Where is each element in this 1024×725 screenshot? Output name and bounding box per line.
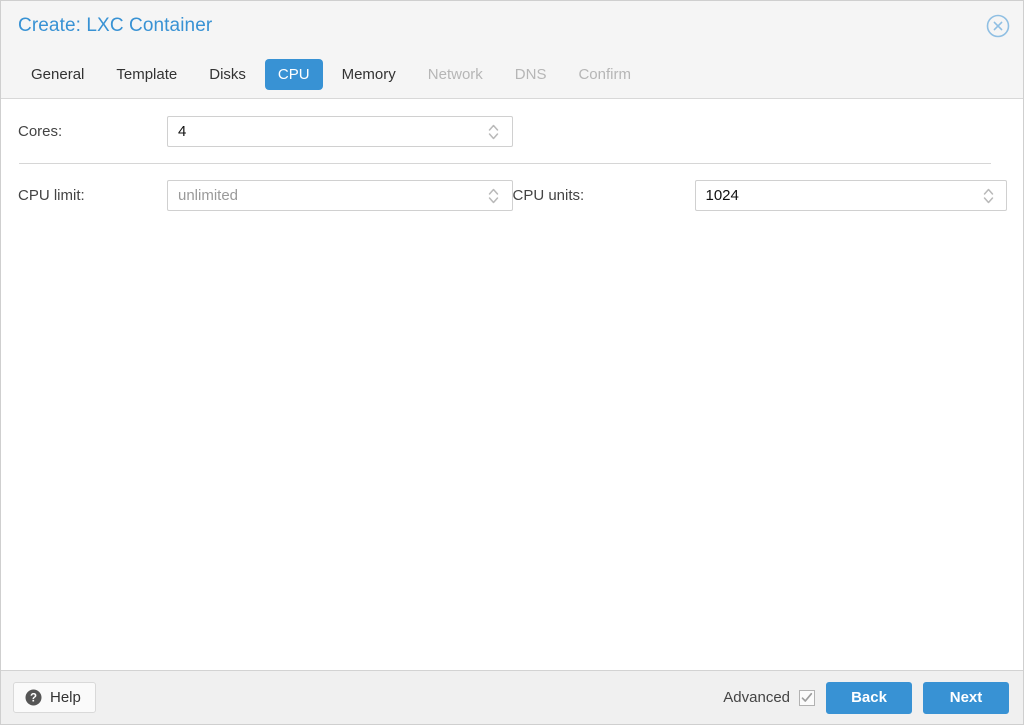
dialog-header: Create: LXC Container General Template D… bbox=[1, 1, 1023, 99]
footer-actions: Advanced Back Next bbox=[723, 681, 1009, 714]
cpu-units-label: CPU units: bbox=[512, 187, 585, 204]
tab-memory[interactable]: Memory bbox=[329, 59, 409, 90]
tab-network: Network bbox=[427, 65, 483, 83]
cpu-units-spinner-arrows-icon[interactable] bbox=[976, 183, 1000, 209]
cores-value[interactable]: 4 bbox=[168, 122, 482, 141]
cpu-settings-form: Cores: 4 CPU limit: unlimited CPU units:… bbox=[1, 99, 1023, 211]
row-spacer bbox=[18, 164, 1007, 180]
cpu-units-field-group: CPU units: 1024 bbox=[512, 180, 1007, 211]
dialog-title: Create: LXC Container bbox=[18, 15, 213, 36]
close-icon[interactable] bbox=[985, 13, 1011, 39]
cores-field-group: Cores: 4 bbox=[18, 116, 513, 147]
back-button[interactable]: Back bbox=[826, 681, 912, 714]
tab-cpu[interactable]: CPU bbox=[264, 58, 323, 90]
next-button[interactable]: Next bbox=[923, 681, 1009, 714]
cores-row: Cores: 4 bbox=[18, 116, 1007, 147]
tab-disks[interactable]: Disks bbox=[196, 59, 259, 90]
cpu-limit-value[interactable]: unlimited bbox=[168, 186, 482, 205]
tab-confirm: Confirm bbox=[578, 65, 631, 83]
svg-text:?: ? bbox=[30, 693, 37, 705]
dialog-footer: ? Help Advanced Back Next bbox=[1, 670, 1023, 724]
tab-bar: General Template Disks CPU Memory Networ… bbox=[1, 51, 1023, 97]
cores-input[interactable]: 4 bbox=[167, 116, 513, 147]
help-button[interactable]: ? Help bbox=[13, 682, 96, 713]
advanced-toggle[interactable]: Advanced bbox=[723, 688, 815, 707]
cpu-units-input[interactable]: 1024 bbox=[694, 180, 1007, 211]
advanced-label: Advanced bbox=[723, 689, 790, 706]
tab-general[interactable]: General bbox=[18, 59, 97, 90]
cores-spinner-arrows-icon[interactable] bbox=[482, 119, 506, 145]
checkmark-icon bbox=[801, 692, 813, 704]
cpu-limit-label: CPU limit: bbox=[18, 187, 85, 204]
cpu-limit-field-group: CPU limit: unlimited bbox=[18, 180, 513, 211]
cpu-limit-units-row: CPU limit: unlimited CPU units: 1024 bbox=[18, 180, 1007, 211]
title-bar: Create: LXC Container bbox=[1, 1, 1023, 51]
cpu-limit-input[interactable]: unlimited bbox=[167, 180, 513, 211]
cpu-units-value[interactable]: 1024 bbox=[696, 186, 977, 205]
cores-label: Cores: bbox=[18, 123, 63, 140]
tab-template[interactable]: Template bbox=[103, 59, 190, 90]
tab-dns: DNS bbox=[514, 65, 547, 83]
dialog-content: Cores: 4 CPU limit: unlimited CPU units:… bbox=[1, 99, 1023, 670]
cpu-limit-spinner-arrows-icon[interactable] bbox=[482, 183, 506, 209]
create-lxc-container-dialog: Create: LXC Container General Template D… bbox=[0, 0, 1024, 725]
help-button-label: Help bbox=[50, 689, 81, 706]
advanced-checkbox[interactable] bbox=[799, 689, 815, 706]
question-mark-circle-icon: ? bbox=[25, 689, 42, 706]
